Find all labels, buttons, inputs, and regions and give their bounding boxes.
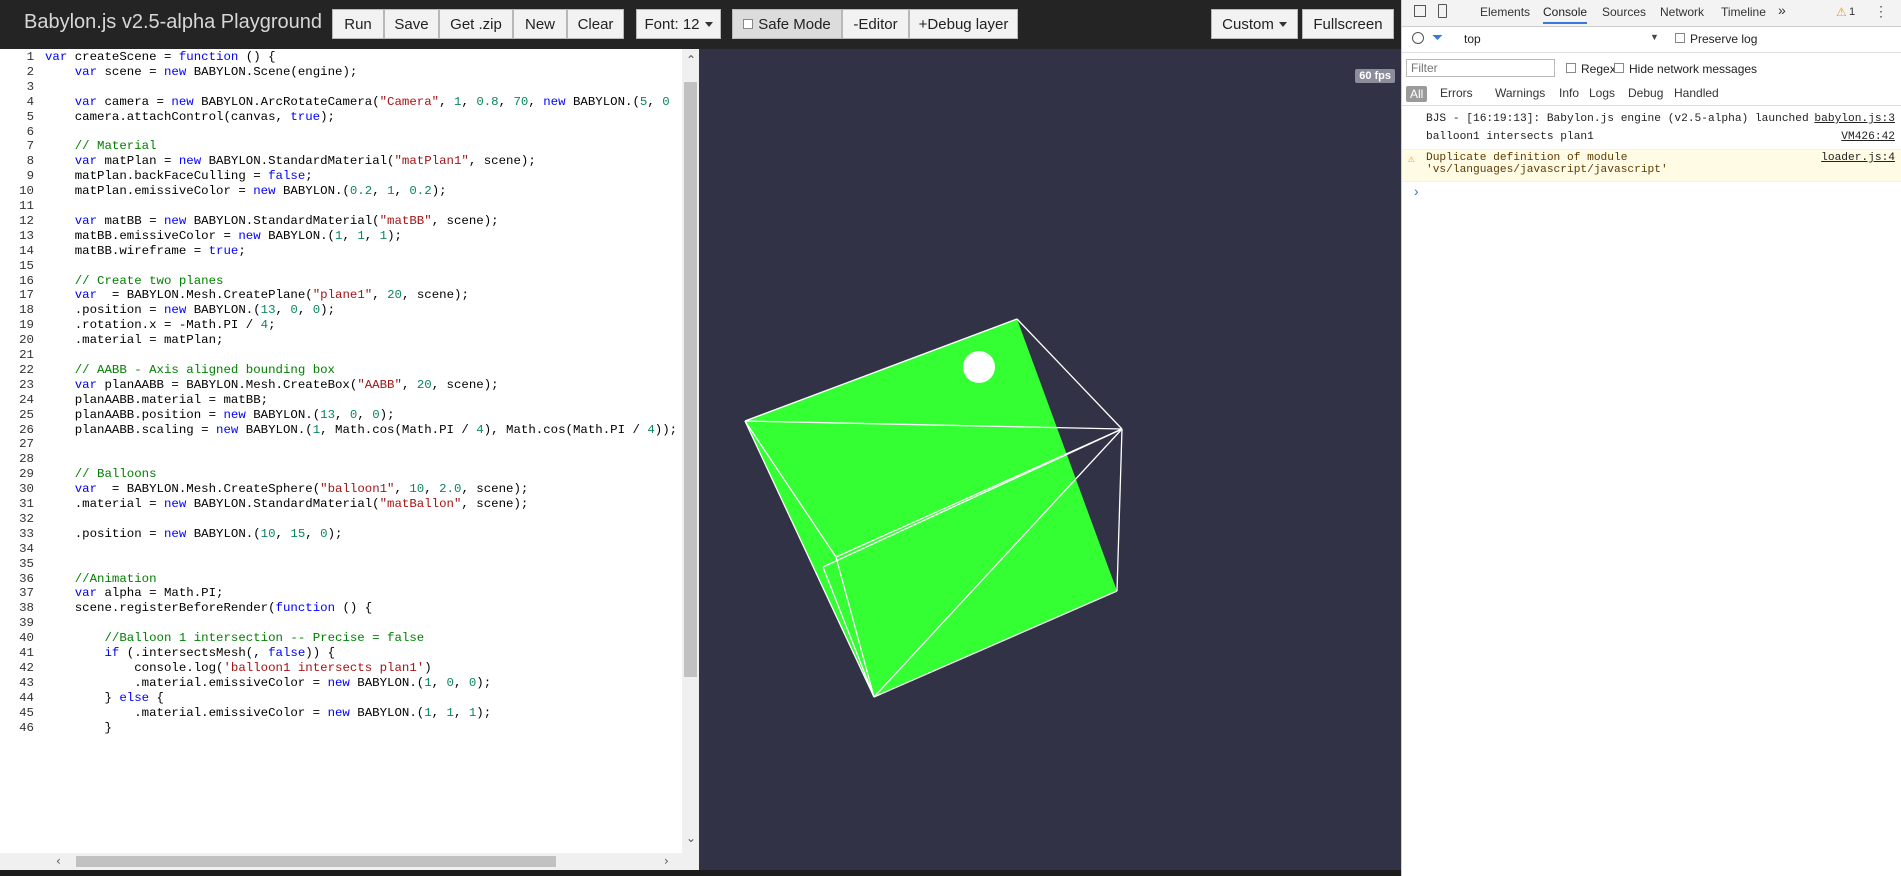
console-prompt[interactable]: › [1402, 185, 1901, 203]
devtools-toolbar: Elements Console Sources Network Timelin… [1402, 0, 1901, 27]
editor-toggle-button[interactable]: -Editor [842, 9, 909, 39]
context-dropdown-icon[interactable]: ▼ [1650, 32, 1659, 42]
level-debug[interactable]: Debug [1628, 86, 1663, 100]
app-title: Babylon.js v2.5-alpha Playground [24, 11, 322, 33]
level-warnings[interactable]: Warnings [1495, 86, 1545, 100]
code-text[interactable]: matBB.wireframe = true; [45, 242, 246, 260]
code-text[interactable]: scene.registerBeforeRender(function () { [45, 599, 372, 617]
code-text[interactable]: .material.emissiveColor = new BABYLON.(1… [45, 704, 491, 722]
custom-label: Custom [1222, 15, 1274, 33]
clear-console-icon[interactable] [1412, 32, 1424, 44]
devtools-panel: Elements Console Sources Network Timelin… [1401, 0, 1901, 876]
code-text[interactable]: .material = matPlan; [45, 331, 224, 349]
editor-vertical-scrollbar[interactable]: ⌃ ⌄ [682, 49, 699, 870]
code-text[interactable]: .material = new BABYLON.StandardMaterial… [45, 495, 529, 513]
console-warning-message: ⚠ Duplicate definition of module 'vs/lan… [1402, 149, 1901, 182]
scroll-up-icon[interactable]: ⌃ [686, 53, 696, 67]
font-size-dropdown[interactable]: Font: 12 [636, 9, 721, 39]
fullscreen-button[interactable]: Fullscreen [1302, 9, 1394, 39]
console-message-source[interactable]: babylon.js:3 [1814, 113, 1895, 125]
more-options-icon[interactable]: ⋮ [1874, 3, 1888, 20]
code-text[interactable]: var scene = new BABYLON.Scene(engine); [45, 63, 358, 81]
console-message: balloon1 intersects plan1 VM426:42 [1402, 131, 1901, 149]
filter-icon[interactable]: ⏷ [1432, 29, 1443, 46]
new-button[interactable]: New [513, 9, 567, 39]
regex-option[interactable]: Regex [1566, 62, 1616, 76]
plane-mesh [745, 319, 1117, 697]
level-logs[interactable]: Logs [1589, 86, 1615, 100]
playground-app: Babylon.js v2.5-alpha Playground Run Sav… [0, 0, 1401, 876]
clear-button[interactable]: Clear [567, 9, 624, 39]
scroll-down-icon[interactable]: ⌄ [686, 831, 696, 845]
safe-mode-checkbox[interactable] [743, 19, 754, 29]
console-levels-bar: All Errors Warnings Info Logs Debug Hand… [1402, 83, 1901, 106]
tab-timeline[interactable]: Timeline [1721, 5, 1766, 19]
console-context-bar: ⏷ top ▼ Preserve log [1402, 27, 1901, 53]
hide-network-option[interactable]: Hide network messages [1614, 62, 1757, 76]
scene-render [744, 318, 1123, 698]
context-select[interactable]: top [1464, 32, 1481, 46]
get-zip-button[interactable]: Get .zip [439, 9, 513, 39]
code-text[interactable]: .position = new BABYLON.(10, 15, 0); [45, 525, 343, 543]
safe-mode-label: Safe Mode [758, 15, 831, 33]
hide-network-label: Hide network messages [1629, 62, 1758, 76]
vertical-scroll-thumb[interactable] [684, 82, 697, 677]
tab-sources[interactable]: Sources [1602, 5, 1646, 19]
level-all[interactable]: All [1406, 86, 1428, 102]
regex-label: Regex [1581, 62, 1616, 76]
more-tabs-button[interactable]: » [1778, 2, 1786, 18]
warning-icon[interactable]: ⚠ [1836, 5, 1847, 19]
render-canvas[interactable]: 60 fps [699, 49, 1401, 870]
scroll-right-icon[interactable]: › [664, 854, 669, 868]
run-button[interactable]: Run [332, 9, 384, 39]
code-text[interactable]: matPlan.emissiveColor = new BABYLON.(0.2… [45, 182, 447, 200]
console-message-text: balloon1 intersects plan1 [1426, 131, 1594, 143]
hide-network-checkbox[interactable] [1614, 63, 1624, 73]
filter-input[interactable] [1406, 59, 1555, 77]
console-message: BJS - [16:19:13]: Babylon.js engine (v2.… [1402, 113, 1901, 131]
chevron-down-icon [1278, 21, 1287, 27]
tab-network[interactable]: Network [1660, 5, 1704, 19]
editor-horizontal-scrollbar[interactable]: ‹ › [0, 853, 682, 870]
tab-elements[interactable]: Elements [1480, 5, 1530, 19]
line-number: 46 [19, 720, 34, 735]
code-editor[interactable]: 1 var createScene = function () {2 var sc… [0, 49, 699, 870]
level-info[interactable]: Info [1559, 86, 1579, 100]
warning-icon: ⚠ [1408, 154, 1415, 166]
code-lines[interactable]: 1 var createScene = function () {2 var sc… [0, 49, 682, 870]
console-filter-bar: Regex Hide network messages [1402, 57, 1901, 83]
warning-count[interactable]: 1 [1849, 6, 1855, 18]
inspect-element-icon[interactable] [1414, 5, 1426, 17]
horizontal-scroll-thumb[interactable] [76, 856, 556, 867]
level-handled[interactable]: Handled [1674, 86, 1719, 100]
custom-dropdown[interactable]: Custom [1211, 9, 1298, 39]
chevron-down-icon [704, 21, 713, 27]
font-size-label: Font: 12 [644, 15, 700, 33]
balloon-sphere [963, 351, 995, 383]
save-button[interactable]: Save [384, 9, 439, 39]
playground-header: Babylon.js v2.5-alpha Playground Run Sav… [0, 0, 1401, 49]
preserve-log-checkbox[interactable] [1675, 33, 1685, 43]
code-text[interactable]: camera.attachControl(canvas, true); [45, 108, 335, 126]
console-message-text: BJS - [16:19:13]: Babylon.js engine (v2.… [1426, 113, 1809, 125]
bottom-strip [0, 870, 1401, 876]
device-mode-icon[interactable] [1438, 4, 1447, 18]
code-text[interactable]: } [45, 719, 111, 737]
level-errors[interactable]: Errors [1440, 86, 1473, 100]
preserve-log-option[interactable]: Preserve log [1675, 32, 1757, 46]
tab-console[interactable]: Console [1543, 5, 1588, 24]
console-message-source[interactable]: loader.js:4 [1821, 152, 1895, 164]
console-message-source[interactable]: VM426:42 [1841, 131, 1895, 143]
preserve-log-label: Preserve log [1690, 32, 1758, 46]
regex-checkbox[interactable] [1566, 63, 1576, 73]
scroll-left-icon[interactable]: ‹ [56, 854, 61, 868]
safe-mode-toggle[interactable]: Safe Mode [732, 9, 842, 39]
console-message-text: 'vs/languages/javascript/javascript' [1426, 164, 1668, 176]
debug-layer-button[interactable]: +Debug layer [909, 9, 1018, 39]
code-text[interactable]: planAABB.scaling = new BABYLON.(1, Math.… [45, 421, 677, 439]
